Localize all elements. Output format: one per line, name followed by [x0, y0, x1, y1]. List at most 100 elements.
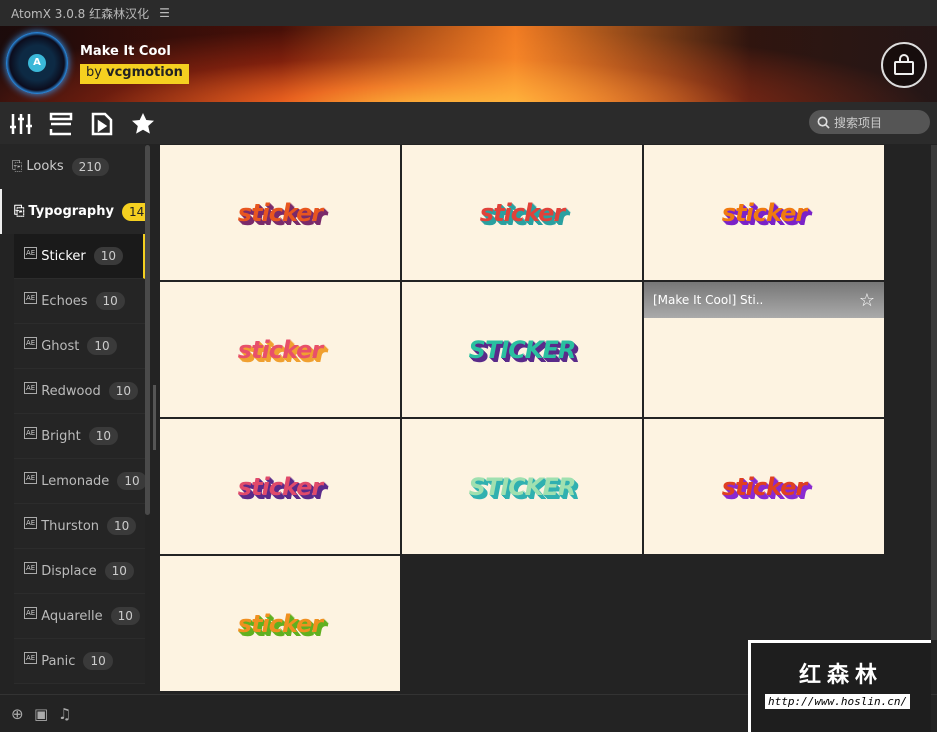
- title-bar: AtomX 3.0.8 红森林汉化 ☰: [0, 0, 937, 26]
- watermark: 红森林 http://www.hoslin.cn/: [748, 640, 931, 732]
- item-label: Redwood: [41, 383, 101, 399]
- list-view-icon[interactable]: [49, 112, 73, 136]
- preset-hover-bar: [Make It Cool] Sti.. ☆: [644, 282, 884, 318]
- preset-thumbnail[interactable]: sticker: [160, 556, 400, 691]
- search-input[interactable]: 搜索项目: [809, 110, 930, 134]
- preset-thumbnail[interactable]: sticker: [644, 419, 884, 554]
- item-count: 10: [87, 337, 117, 355]
- item-label: Lemonade: [41, 473, 110, 489]
- item-count: 10: [108, 382, 138, 400]
- ae-file-icon: AE: [24, 472, 38, 484]
- item-count: 10: [104, 562, 134, 580]
- item-count: 10: [88, 427, 118, 445]
- item-label: Ghost: [41, 338, 80, 354]
- ae-file-icon: AE: [24, 247, 38, 259]
- preset-thumbnail[interactable]: STICKER: [402, 282, 642, 417]
- preset-preview-art: sticker: [721, 472, 807, 501]
- preset-preview-art: STICKER: [468, 335, 577, 364]
- ae-file-icon: AE: [24, 607, 38, 619]
- item-count: 10: [93, 247, 124, 265]
- item-count: 10: [107, 517, 137, 535]
- category-typography[interactable]: ⎘Typography 140: [0, 189, 145, 234]
- sidebar-scrollbar[interactable]: [145, 145, 150, 515]
- favorite-star-icon[interactable]: ☆: [859, 290, 875, 311]
- ae-file-icon: AE: [24, 652, 38, 664]
- hamburger-icon[interactable]: ☰: [159, 6, 170, 20]
- play-preview-icon[interactable]: ▣: [34, 705, 48, 723]
- item-label: Sticker: [41, 248, 86, 264]
- preset-preview-art: sticker: [721, 198, 807, 227]
- item-count: 10: [83, 652, 113, 670]
- search-placeholder: 搜索项目: [834, 115, 883, 130]
- category-count: 210: [71, 157, 109, 176]
- item-label: Aquarelle: [41, 608, 103, 624]
- search-icon: [817, 116, 830, 129]
- ae-file-icon: AE: [24, 382, 38, 394]
- ae-file-icon: AE: [24, 337, 38, 349]
- sidebar-item-aquarelle[interactable]: AE Aquarelle 10: [14, 594, 145, 639]
- preset-preview-art: sticker: [479, 198, 565, 227]
- item-count: 10: [95, 292, 125, 310]
- sidebar-item-redwood[interactable]: AE Redwood 10: [14, 369, 145, 414]
- item-count: 10: [117, 472, 145, 490]
- author-name: vcgmotion: [106, 65, 183, 80]
- item-label: Echoes: [41, 293, 88, 309]
- category-sidebar: ⎘Looks210 ⎘Typography140 AESticker10AEEc…: [0, 144, 145, 694]
- atomx-logo: A: [6, 32, 68, 94]
- preset-thumbnail[interactable]: [Make It Cool] Sti.. ☆: [644, 282, 884, 417]
- app-title: AtomX 3.0.8 红森林汉化: [11, 6, 150, 21]
- preset-preview-art: sticker: [237, 335, 323, 364]
- shopping-bag-icon: [894, 54, 914, 75]
- category-label: Typography: [28, 204, 114, 219]
- shop-bag-button[interactable]: [881, 42, 927, 88]
- preset-thumbnail[interactable]: sticker: [402, 145, 642, 280]
- preset-preview-art: sticker: [237, 472, 323, 501]
- item-label: Panic: [41, 653, 76, 669]
- toolbar: [0, 102, 937, 144]
- watermark-url: http://www.hoslin.cn/: [765, 694, 911, 709]
- panel-resize-handle[interactable]: [153, 385, 156, 450]
- preset-thumbnail[interactable]: sticker: [160, 145, 400, 280]
- preset-preview-art: STICKER: [468, 472, 577, 501]
- sidebar-item-bright[interactable]: AE Bright 10: [14, 414, 145, 459]
- music-note-icon[interactable]: ♫: [58, 705, 71, 723]
- ae-file-icon: AE: [24, 427, 38, 439]
- sliders-icon[interactable]: [9, 112, 33, 136]
- sidebar-item-thurston[interactable]: AE Thurston 10: [14, 504, 145, 549]
- preset-thumbnail[interactable]: STICKER: [402, 419, 642, 554]
- folder-link-icon: ⎘: [14, 204, 25, 219]
- item-label: Thurston: [41, 518, 100, 534]
- item-label: Displace: [41, 563, 97, 579]
- category-count: 140: [121, 202, 145, 221]
- sidebar-item-echoes[interactable]: AE Echoes 10: [14, 279, 145, 324]
- ae-file-icon: AE: [24, 562, 38, 574]
- preset-thumbnail[interactable]: sticker: [160, 419, 400, 554]
- item-count: 10: [110, 607, 140, 625]
- sidebar-item-panic[interactable]: AE Panic 10: [14, 639, 145, 684]
- category-label: Looks: [26, 159, 64, 174]
- folder-link-icon: ⎘: [12, 159, 23, 174]
- ae-file-icon: AE: [24, 292, 38, 304]
- author-badge[interactable]: by vcgmotion: [80, 64, 189, 84]
- pack-banner: A Make It Cool by vcgmotion: [0, 26, 937, 102]
- grid-scrollbar[interactable]: [931, 145, 937, 640]
- sidebar-item-lemonade[interactable]: AE Lemonade 10: [14, 459, 145, 504]
- preset-title: [Make It Cool] Sti..: [653, 293, 764, 307]
- category-looks[interactable]: ⎘ Looks 210: [0, 144, 145, 189]
- sidebar-item-displace[interactable]: AE Displace 10: [14, 549, 145, 594]
- by-label: by: [86, 65, 102, 80]
- video-file-icon[interactable]: [90, 112, 114, 136]
- sidebar-item-ghost[interactable]: AE Ghost 10: [14, 324, 145, 369]
- pack-name: Make It Cool: [80, 44, 171, 59]
- preset-thumbnail[interactable]: sticker: [644, 145, 884, 280]
- sidebar-item-sticker[interactable]: AE Sticker 10: [14, 234, 145, 279]
- ae-file-icon: AE: [24, 517, 38, 529]
- watermark-title: 红森林: [798, 663, 883, 688]
- item-label: Bright: [41, 428, 81, 444]
- target-icon[interactable]: ⊕: [11, 705, 24, 723]
- preset-preview-art: sticker: [237, 609, 323, 638]
- preset-preview-art: sticker: [237, 198, 323, 227]
- preset-grid: sticker sticker sticker sticker STICKER [Make…: [160, 145, 886, 691]
- preset-thumbnail[interactable]: sticker: [160, 282, 400, 417]
- favorites-star-icon[interactable]: [131, 112, 155, 136]
